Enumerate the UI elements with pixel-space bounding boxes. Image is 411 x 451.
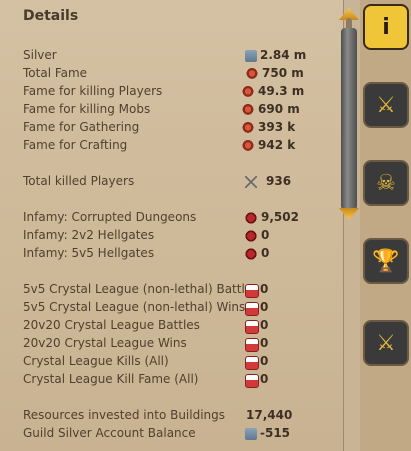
- stat-label: Fame for killing Players: [23, 84, 163, 98]
- infamy-icon: [245, 230, 257, 242]
- tab-pvp-kills[interactable]: ☠: [363, 160, 409, 206]
- scrollbar[interactable]: [336, 8, 362, 220]
- stat-row-silver: Silver 2.84 m: [23, 47, 333, 65]
- stat-value: 49.3 m: [258, 84, 305, 98]
- stat-row-5v5-wins: 5v5 Crystal League (non-lethal) Wins 0: [23, 299, 333, 317]
- stat-value: 936: [266, 174, 292, 188]
- crystal-league-icon: [245, 302, 259, 316]
- stat-row-fame-gathering: Fame for Gathering 393 k: [23, 119, 333, 137]
- stat-row-infamy-corrupted: Infamy: Corrupted Dungeons 9,502: [23, 209, 333, 227]
- stat-row-5v5-battles: 5v5 Crystal League (non-lethal) Battles …: [23, 281, 333, 299]
- trophy-icon: 🏆: [372, 248, 400, 274]
- globe-swords-icon: ⚔: [376, 330, 396, 356]
- stat-value: 0: [260, 336, 269, 350]
- crystal-league-icon: [245, 374, 259, 388]
- silver-icon: [245, 428, 257, 440]
- stat-row-infamy-2v2: Infamy: 2v2 Hellgates 0: [23, 227, 333, 245]
- skull-icon: ☠: [376, 170, 396, 196]
- stat-label: Infamy: 2v2 Hellgates: [23, 228, 155, 242]
- stat-row-guild-silver: Guild Silver Account Balance -515: [23, 425, 333, 443]
- infamy-icon: [245, 212, 257, 224]
- stat-row-resources-invested: Resources invested into Buildings 17,440: [23, 407, 333, 425]
- stat-value: 393 k: [258, 120, 296, 134]
- stat-label: Total killed Players: [23, 174, 135, 188]
- stat-value: 0: [260, 354, 269, 368]
- side-tab-bar: i ⚔ ☠ 🏆 ⚔: [360, 0, 411, 451]
- stat-label: Silver: [23, 48, 57, 62]
- stat-label: Infamy: 5v5 Hellgates: [23, 246, 155, 260]
- stat-label: Fame for Crafting: [23, 138, 128, 152]
- crystal-league-icon: [245, 320, 259, 334]
- tab-territory[interactable]: ⚔: [363, 320, 409, 366]
- crystal-league-icon: [245, 284, 259, 298]
- stat-row-fame-crafting: Fame for Crafting 942 k: [23, 137, 333, 155]
- stat-label: 20v20 Crystal League Wins: [23, 336, 187, 350]
- stat-value: 0: [260, 282, 269, 296]
- stat-label: 5v5 Crystal League (non-lethal) Wins: [23, 300, 246, 314]
- fame-icon: [242, 86, 254, 98]
- swords-icon: [245, 176, 257, 188]
- crystal-league-icon: [245, 338, 259, 352]
- stat-value: 17,440: [246, 408, 293, 422]
- stat-value: 750 m: [262, 66, 304, 80]
- scroll-thumb[interactable]: [341, 28, 357, 210]
- stat-label: Resources invested into Buildings: [23, 408, 226, 422]
- fame-icon: [242, 140, 254, 152]
- fame-icon: [242, 122, 254, 134]
- stat-value: 2.84 m: [260, 48, 307, 62]
- stat-value: 0: [261, 246, 270, 260]
- info-icon: i: [382, 14, 390, 40]
- stat-value: -515: [260, 426, 291, 440]
- stat-value: 942 k: [258, 138, 296, 152]
- stat-row-20v20-battles: 20v20 Crystal League Battles 0: [23, 317, 333, 335]
- fame-icon: [246, 68, 258, 80]
- crystal-league-icon: [245, 356, 259, 370]
- scroll-down-arrow-icon[interactable]: [339, 208, 359, 220]
- tab-combat[interactable]: ⚔: [363, 82, 409, 128]
- stat-row-killed-players: Total killed Players 936: [23, 173, 333, 191]
- panel-title: Details: [23, 8, 79, 24]
- stat-row-cl-kill-fame: Crystal League Kill Fame (All) 0: [23, 371, 333, 389]
- stat-label: Guild Silver Account Balance: [23, 426, 196, 440]
- stat-value: 0: [260, 318, 269, 332]
- stat-row-cl-kills: Crystal League Kills (All) 0: [23, 353, 333, 371]
- stat-label: 20v20 Crystal League Battles: [23, 318, 200, 332]
- stat-value: 0: [260, 372, 269, 386]
- crossed-swords-icon: ⚔: [376, 92, 396, 118]
- fame-icon: [242, 104, 254, 116]
- stat-row-20v20-wins: 20v20 Crystal League Wins 0: [23, 335, 333, 353]
- stat-row-fame-mobs: Fame for killing Mobs 690 m: [23, 101, 333, 119]
- stat-label: Crystal League Kill Fame (All): [23, 372, 199, 386]
- stat-value: 690 m: [258, 102, 300, 116]
- infamy-icon: [245, 248, 257, 260]
- stat-label: Fame for Gathering: [23, 120, 140, 134]
- silver-icon: [245, 50, 257, 62]
- stat-row-infamy-5v5: Infamy: 5v5 Hellgates 0: [23, 245, 333, 263]
- tab-info[interactable]: i: [363, 4, 409, 50]
- stat-label: Fame for killing Mobs: [23, 102, 151, 116]
- stat-value: 0: [260, 300, 269, 314]
- tab-achievements[interactable]: 🏆: [363, 238, 409, 284]
- stat-label: 5v5 Crystal League (non-lethal) Battles: [23, 282, 259, 296]
- stat-row-fame-players: Fame for killing Players 49.3 m: [23, 83, 333, 101]
- stat-label: Total Fame: [23, 66, 88, 80]
- stat-value: 9,502: [261, 210, 299, 224]
- stat-label: Infamy: Corrupted Dungeons: [23, 210, 197, 224]
- stat-label: Crystal League Kills (All): [23, 354, 169, 368]
- details-panel: Details Silver 2.84 m Total Fame 750 m F…: [0, 0, 344, 451]
- stat-row-total-fame: Total Fame 750 m: [23, 65, 333, 83]
- stat-value: 0: [261, 228, 270, 242]
